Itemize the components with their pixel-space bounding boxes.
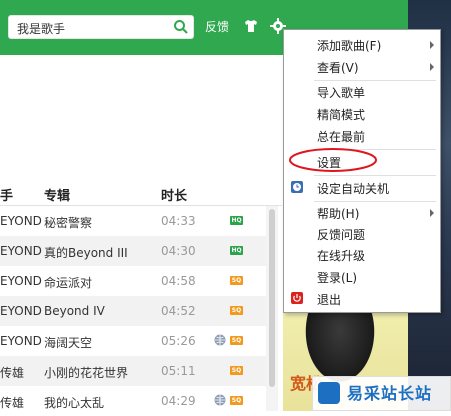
submenu-arrow-icon [430, 63, 434, 71]
row-album[interactable]: Beyond IV [44, 304, 105, 318]
search-box[interactable]: 我是歌手 [8, 15, 194, 39]
row-album[interactable]: 真的Beyond III [44, 244, 128, 261]
table-row[interactable]: EYOND 真的Beyond III 04:30 HQ [0, 236, 266, 266]
menu-item-online-upgrade[interactable]: 在线升级 [284, 244, 440, 266]
sq-badge: SQ [230, 396, 243, 405]
list-header: 手 专辑 时长 [0, 180, 282, 206]
menu-item-login[interactable]: 登录(L) [284, 266, 440, 288]
row-artist: EYOND [0, 274, 42, 288]
menu-item-label: 反馈问题 [317, 228, 366, 242]
row-artist: EYOND [0, 334, 42, 348]
menu-item-auto-shutdown[interactable]: 设定自动关机 [284, 177, 440, 199]
brand-text: 易采站长站 [347, 384, 433, 403]
table-row[interactable]: EYOND 海阔天空 05:26 SQ [0, 326, 266, 356]
menu-item-view[interactable]: 查看(V) [284, 56, 440, 78]
menu-item-label: 查看(V) [317, 61, 359, 75]
highlight-ellipse [289, 148, 377, 172]
scroll-thumb[interactable] [269, 209, 275, 387]
menu-item-label: 登录(L) [317, 271, 358, 285]
table-row[interactable]: 传雄 小刚的花花世界 05:11 SQ [0, 356, 266, 386]
menu-separator [314, 175, 436, 176]
row-album[interactable]: 命运派对 [44, 274, 92, 291]
table-row[interactable]: EYOND Beyond IV 04:52 SQ [0, 296, 266, 326]
row-artist: EYOND [0, 214, 42, 228]
sq-badge: SQ [230, 306, 243, 315]
menu-item-compact-mode[interactable]: 精简模式 [284, 103, 440, 125]
menu-item-always-on-top[interactable]: 总在最前 [284, 125, 440, 147]
row-album[interactable]: 小刚的花花世界 [44, 364, 128, 381]
row-duration: 05:26 [161, 334, 196, 348]
table-row[interactable]: 传雄 我的心太乱 04:29 SQ [0, 386, 266, 416]
sq-badge: SQ [230, 366, 243, 375]
feedback-link[interactable]: 反馈 [205, 18, 229, 35]
globe-icon[interactable] [214, 394, 226, 406]
row-duration: 05:11 [161, 364, 196, 378]
row-artist: EYOND [0, 304, 42, 318]
menu-item-add-songs[interactable]: 添加歌曲(F) [284, 34, 440, 56]
menu-item-import-playlist[interactable]: 导入歌单 [284, 81, 440, 103]
row-artist: 传雄 [0, 396, 25, 410]
menu-item-label: 总在最前 [317, 130, 366, 144]
row-duration: 04:30 [161, 244, 196, 258]
hq-badge: HQ [230, 246, 243, 255]
submenu-arrow-icon [430, 209, 434, 217]
menu-item-label: 在线升级 [317, 249, 366, 263]
globe-icon[interactable] [214, 334, 226, 346]
row-album[interactable]: 我的心太乱 [44, 394, 104, 411]
table-row[interactable]: EYOND 秘密警察 04:33 HQ [0, 206, 266, 236]
column-album[interactable]: 专辑 [44, 185, 70, 204]
menu-item-label: 设定自动关机 [317, 182, 390, 196]
menu-item-label: 导入歌单 [317, 86, 366, 100]
menu-item-report-issue[interactable]: 反馈问题 [284, 223, 440, 245]
hq-badge: HQ [230, 216, 243, 225]
column-duration[interactable]: 时长 [161, 185, 187, 204]
menu-item-label: 退出 [317, 293, 342, 307]
sq-badge: SQ [230, 336, 243, 345]
table-row[interactable]: EYOND 命运派对 04:58 SQ [0, 266, 266, 296]
menu-item-exit[interactable]: 退出 [284, 288, 440, 310]
row-duration: 04:52 [161, 304, 196, 318]
column-artist[interactable]: 手 [0, 185, 13, 204]
menu-item-label: 帮助(H) [317, 207, 360, 221]
menu-item-label: 添加歌曲(F) [317, 39, 382, 53]
row-artist: 传雄 [0, 366, 25, 380]
song-list: EYOND 秘密警察 04:33 HQ EYOND 真的Beyond III 0… [0, 206, 266, 416]
sq-badge: SQ [230, 276, 243, 285]
power-icon [291, 292, 303, 304]
row-album[interactable]: 秘密警察 [44, 214, 92, 231]
clock-icon [291, 181, 303, 193]
submenu-arrow-icon [430, 41, 434, 49]
list-scrollbar[interactable] [266, 206, 278, 411]
shirt-icon[interactable] [243, 18, 259, 34]
row-artist: EYOND [0, 244, 42, 258]
menu-item-help[interactable]: 帮助(H) [284, 202, 440, 224]
menu-item-label: 精简模式 [317, 108, 366, 122]
row-duration: 04:29 [161, 394, 196, 408]
row-album[interactable]: 海阔天空 [44, 334, 92, 351]
search-icon[interactable] [173, 19, 189, 35]
search-input[interactable]: 我是歌手 [17, 20, 65, 37]
row-duration: 04:58 [161, 274, 196, 288]
brand-logo-icon [318, 382, 340, 404]
row-duration: 04:33 [161, 214, 196, 228]
brand-watermark: 易采站长站 [312, 376, 451, 411]
